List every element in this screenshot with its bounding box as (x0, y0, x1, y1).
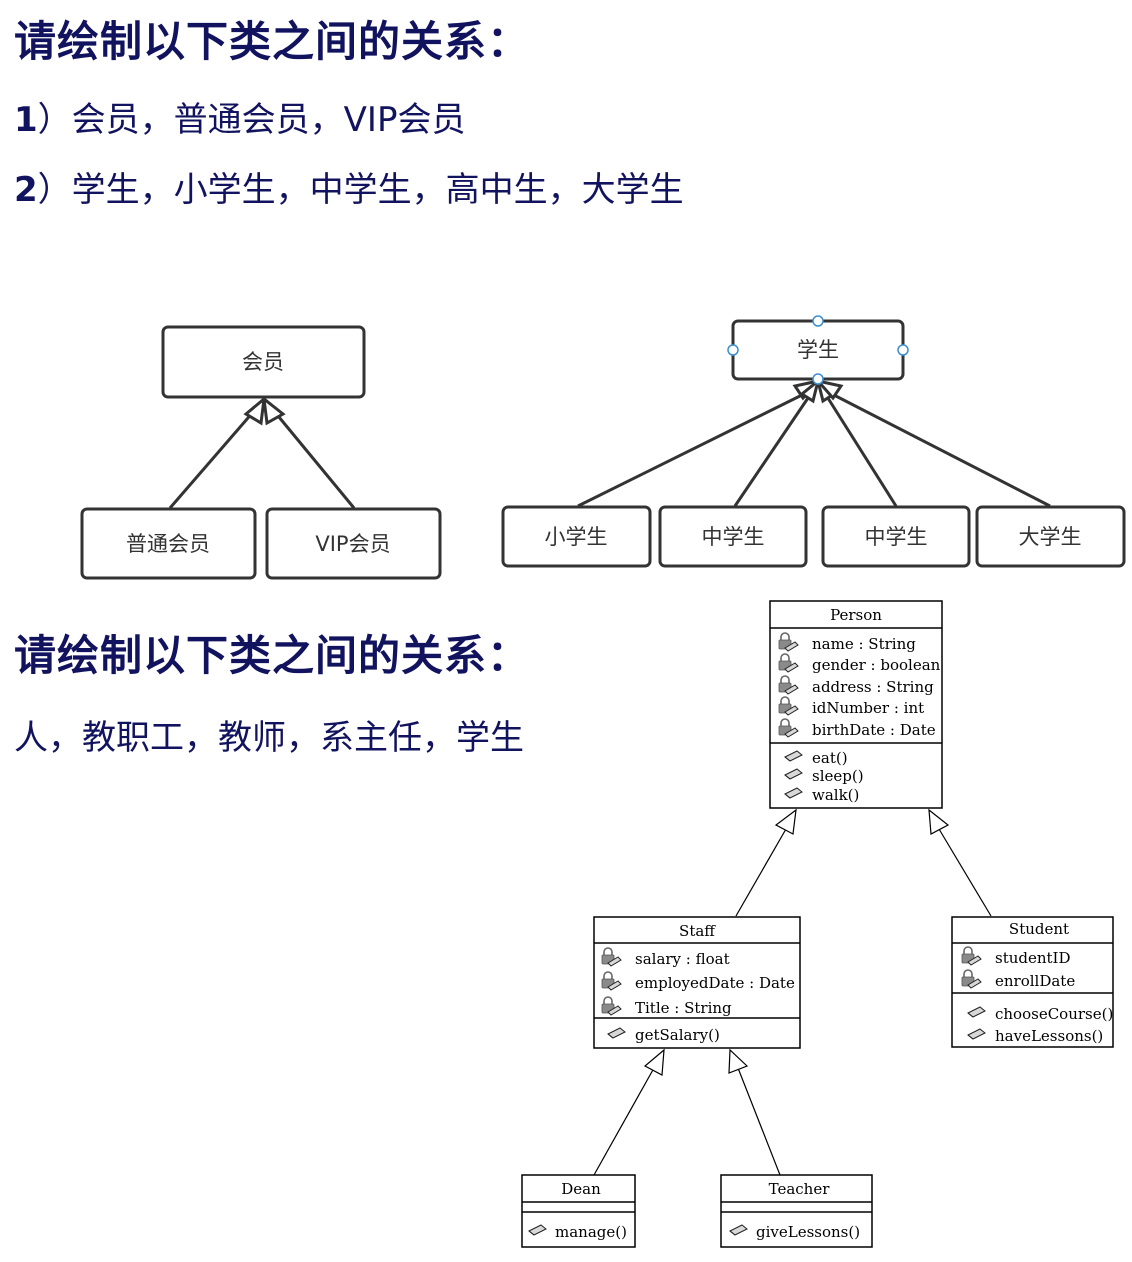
attribute-text: address : String (812, 678, 934, 696)
attribute-text: studentID (995, 949, 1071, 967)
operation-text: sleep() (812, 767, 864, 785)
attribute-text: birthDate : Date (812, 721, 936, 739)
operation-text: walk() (812, 786, 859, 804)
class-name: Teacher (769, 1180, 831, 1198)
inheritance-edge (824, 394, 898, 507)
operation-text: manage() (555, 1223, 627, 1241)
generalization-edge (593, 1067, 655, 1176)
uml-class-teacher[interactable]: Teacher giveLessons() (720, 1174, 873, 1248)
class-box-middle-student-2[interactable]: 中学生 (821, 505, 971, 568)
generalization-edge (735, 828, 787, 917)
class-label: 小学生 (545, 525, 608, 549)
inheritance-edge (168, 410, 256, 509)
attribute-text: gender : boolean (812, 656, 941, 674)
class-box-student[interactable]: 学生 (727, 315, 909, 385)
class-box-vip-member[interactable]: VIP会员 (265, 507, 442, 580)
attribute-text: employedDate : Date (635, 974, 795, 992)
selection-handle[interactable] (897, 344, 909, 356)
operation-text: haveLessons() (995, 1027, 1103, 1045)
uml-class-person[interactable]: Person name : String gender : boolean ad… (769, 600, 943, 809)
inheritance-edge (829, 391, 1051, 508)
generalization-arrowhead (774, 808, 797, 835)
uml-class-staff[interactable]: Staff salary : float employedDate : Date… (593, 916, 801, 1049)
operation-text: chooseCourse() (995, 1005, 1113, 1023)
class-box-middle-student-1[interactable]: 中学生 (658, 505, 808, 568)
generalization-arrowhead (728, 1048, 749, 1074)
operation-text: eat() (812, 749, 848, 767)
generalization-edge (737, 1067, 781, 1176)
class-label: 中学生 (702, 525, 765, 549)
class-name: Staff (679, 922, 716, 940)
uml-class-dean[interactable]: Dean manage() (521, 1174, 636, 1248)
generalization-edge (938, 828, 992, 917)
operation-text: getSalary() (635, 1026, 720, 1044)
class-box-regular-member[interactable]: 普通会员 (80, 507, 257, 580)
inheritance-edge (733, 394, 812, 507)
diagram2: 学生 小学生 中学生 中学生 大学生 (501, 315, 1126, 568)
uml-class-student[interactable]: Student studentID enrollDate chooseCours… (951, 916, 1114, 1048)
class-box-member[interactable]: 会员 (161, 325, 366, 399)
class-label: 大学生 (1019, 525, 1082, 549)
class-name: Person (830, 606, 882, 624)
attribute-text: idNumber : int (812, 699, 924, 717)
selection-handle[interactable] (812, 315, 824, 327)
class-label: VIP会员 (315, 532, 390, 556)
attribute-text: salary : float (635, 950, 730, 968)
class-label: 普通会员 (126, 532, 210, 556)
class-box-college-student[interactable]: 大学生 (975, 505, 1126, 568)
selection-handle[interactable] (727, 344, 739, 356)
class-label: 会员 (242, 350, 284, 374)
class-label: 中学生 (865, 525, 928, 549)
class-box-primary-student[interactable]: 小学生 (501, 505, 652, 568)
class-label: 学生 (797, 338, 839, 362)
attribute-text: name : String (812, 635, 916, 653)
diagram1: 会员 普通会员 VIP会员 (80, 325, 442, 580)
class-name: Student (1009, 920, 1069, 938)
attribute-text: Title : String (635, 999, 732, 1017)
operation-text: giveLessons() (756, 1223, 860, 1241)
diagrams-canvas: 会员 普通会员 VIP会员 学生 小学生 中学生 中学生 大学生 Person … (80, 315, 1126, 1248)
class-name: Dean (561, 1180, 601, 1198)
inheritance-edge (272, 410, 356, 509)
uml-diagram: Person name : String gender : boolean ad… (521, 600, 1114, 1248)
generalization-arrowhead (928, 808, 950, 835)
attribute-text: enrollDate (995, 972, 1075, 990)
selection-handle[interactable] (812, 373, 824, 385)
generalization-arrowhead (643, 1048, 665, 1076)
